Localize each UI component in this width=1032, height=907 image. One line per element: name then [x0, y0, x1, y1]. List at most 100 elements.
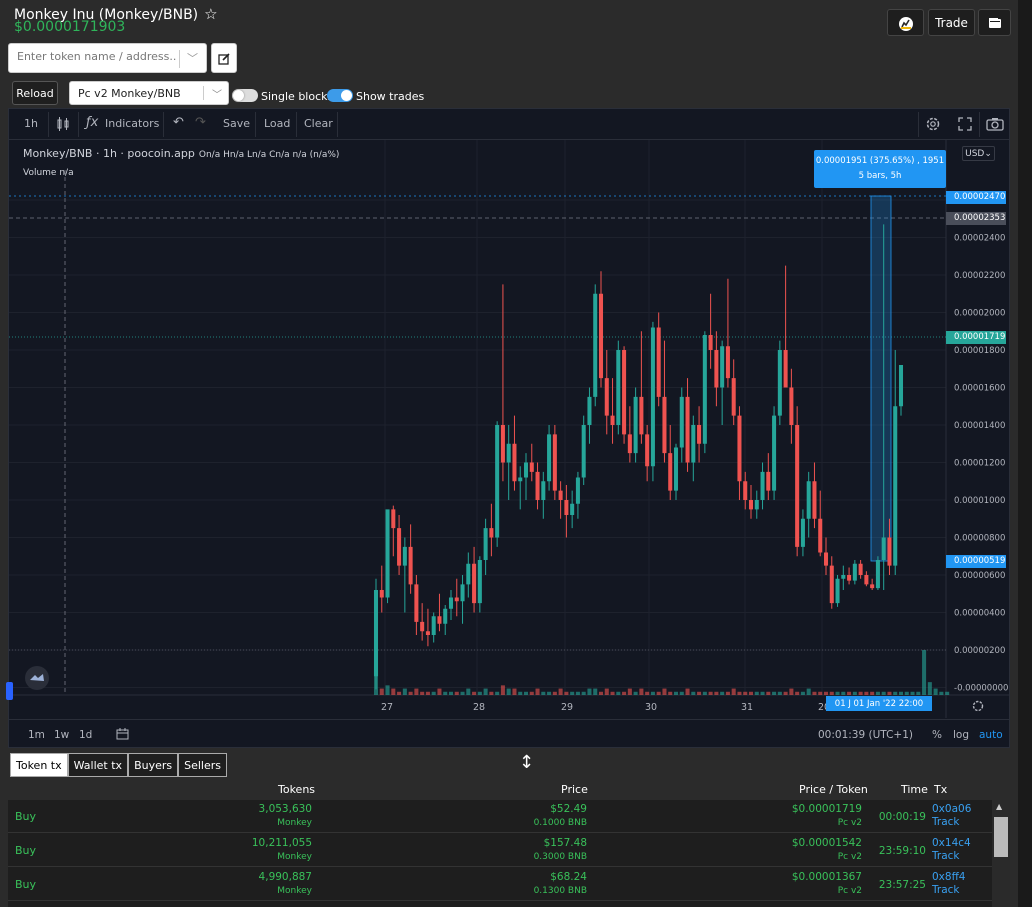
percent-scale-button[interactable]: % [932, 729, 942, 741]
volume-bar [448, 691, 454, 695]
volume-bar [639, 688, 644, 695]
table-row[interactable]: Buy 4,990,887 Monkey $68.24 0.1300 BNB $0.000… [8, 868, 992, 901]
volume-bar [864, 691, 869, 695]
candle-body [535, 471, 540, 500]
candle-body [823, 552, 829, 566]
range-1d[interactable]: 1d [79, 729, 92, 741]
volume-bar [593, 688, 598, 695]
candle-body [748, 500, 754, 510]
candle-body [766, 471, 771, 491]
volume-bar [875, 691, 880, 695]
edit-button[interactable] [211, 43, 237, 73]
volume-bar [650, 691, 655, 695]
volume-bar [806, 688, 811, 695]
chart-view-button[interactable] [887, 9, 924, 36]
y-tick-label: -0.00000000 [954, 684, 1008, 694]
toolbar-divider [78, 112, 79, 137]
volume-bar [373, 666, 379, 695]
legend-symbol: Monkey/BNB · 1h · poocoin.app [23, 147, 195, 160]
candle-body [691, 425, 696, 463]
undo-icon[interactable]: ↶ [173, 115, 184, 130]
tx-track-link[interactable]: Track [932, 850, 959, 862]
single-blocks-toggle[interactable] [232, 89, 258, 102]
tx-type: Buy [15, 844, 37, 857]
search-input[interactable] [17, 50, 177, 63]
legend-ohlc: On/a Hn/a Ln/a Cn/a n/a (n/a%) [198, 150, 340, 160]
tx-track-link[interactable]: Track [932, 816, 959, 828]
volume-bar [714, 691, 719, 695]
scroll-thumb[interactable] [994, 817, 1008, 857]
star-icon[interactable]: ☆ [204, 5, 217, 23]
chart-panel[interactable]: 1h ƒx Indicators ↶ ↷ Save Load Clear 0.0… [8, 108, 1010, 748]
show-trades-toggle[interactable] [327, 89, 353, 102]
price-chart[interactable]: 0.000026000.000024000.000022000.00002000… [9, 140, 1009, 718]
tx-hash-link[interactable]: 0x8ff4 [932, 871, 966, 883]
candle-body [800, 518, 805, 547]
volume-bar [697, 691, 702, 695]
volume-bar [466, 688, 471, 695]
volume-bar [731, 688, 736, 695]
redo-icon[interactable]: ↷ [195, 115, 206, 130]
tab-sellers[interactable]: Sellers [178, 753, 228, 777]
show-trades-label: Show trades [356, 90, 425, 103]
tx-bnb: 0.1000 BNB [533, 818, 587, 828]
tx-price-per-token: $0.00001542 [791, 837, 862, 849]
tab-token-tx[interactable]: Token tx [10, 753, 68, 777]
pair-select[interactable]: Pc v2 Monkey/BNB ﹀ [69, 81, 229, 105]
log-scale-button[interactable]: log [953, 729, 969, 741]
time-axis-settings-icon[interactable] [971, 699, 985, 713]
indicators-button[interactable]: Indicators [105, 117, 159, 130]
volume-bar [766, 691, 771, 695]
tab-wallet-tx[interactable]: Wallet tx [67, 753, 129, 777]
clear-button[interactable]: Clear [304, 117, 333, 130]
tx-table-header: Tokens Price Price / Token Time Tx [8, 781, 1010, 799]
date-range-icon[interactable] [116, 727, 130, 741]
volume-bar [622, 691, 627, 695]
candle-body [552, 434, 557, 491]
load-button[interactable]: Load [264, 117, 290, 130]
auto-scale-button[interactable]: auto [979, 729, 1003, 741]
gear-icon[interactable] [925, 116, 941, 132]
currency-select[interactable]: USD ⌄ [962, 146, 995, 161]
tx-hash-link[interactable]: 0x0a06 [932, 803, 971, 815]
candle-body [385, 509, 390, 598]
scroll-up-icon[interactable]: ▲ [996, 802, 1002, 811]
wallet-button[interactable] [978, 9, 1011, 36]
y-tick-label: 0.00000600 [954, 571, 1005, 581]
measure-tooltip: 0.00001951 (375.65%) , 1951 5 bars, 5h [814, 150, 946, 188]
tx-track-link[interactable]: Track [932, 884, 959, 896]
resize-vertical-icon[interactable]: ↕ [519, 752, 534, 773]
table-row[interactable]: Buy 10,211,055 Monkey $157.48 0.3000 BNB $0.0… [8, 834, 992, 867]
range-1m[interactable]: 1m [28, 729, 45, 741]
tab-buyers[interactable]: Buyers [128, 753, 179, 777]
fullscreen-icon[interactable] [958, 117, 972, 131]
left-panel-handle[interactable] [6, 682, 13, 700]
volume-bar [870, 691, 875, 695]
candle-body [408, 546, 413, 585]
indicators-icon[interactable]: ƒx [86, 115, 98, 130]
interval-button[interactable]: 1h [24, 117, 38, 130]
tx-table-body: Buy 3,053,630 Monkey $52.49 0.1000 BNB $0.000… [8, 800, 992, 907]
table-row[interactable]: Buy 3,053,630 Monkey $52.49 0.1000 BNB $0.000… [8, 800, 992, 833]
x-tick-label: 27 [381, 702, 393, 713]
candle-body [523, 462, 529, 478]
tradingview-logo-icon[interactable] [24, 665, 50, 691]
trade-button[interactable]: Trade [928, 9, 975, 36]
reload-button[interactable]: Reload [12, 81, 58, 105]
tx-hash-link[interactable]: 0x14c4 [932, 837, 971, 849]
volume-bar [858, 691, 863, 695]
range-1w[interactable]: 1w [54, 729, 69, 741]
table-scrollbar[interactable]: ▲ [992, 800, 1010, 907]
volume-bar [795, 691, 800, 695]
toolbar-divider [337, 112, 338, 137]
candles-icon[interactable] [56, 116, 70, 132]
token-search[interactable]: ﹀ [8, 43, 207, 73]
chevron-down-icon[interactable]: ﹀ [187, 50, 198, 66]
candle-body [616, 350, 621, 425]
camera-icon[interactable] [986, 117, 1004, 131]
tx-tokens: 10,211,055 [251, 837, 312, 849]
save-button[interactable]: Save [223, 117, 250, 130]
chevron-down-icon[interactable]: ﹀ [212, 86, 222, 101]
candle-body [743, 481, 748, 500]
volume-bar [737, 691, 742, 695]
